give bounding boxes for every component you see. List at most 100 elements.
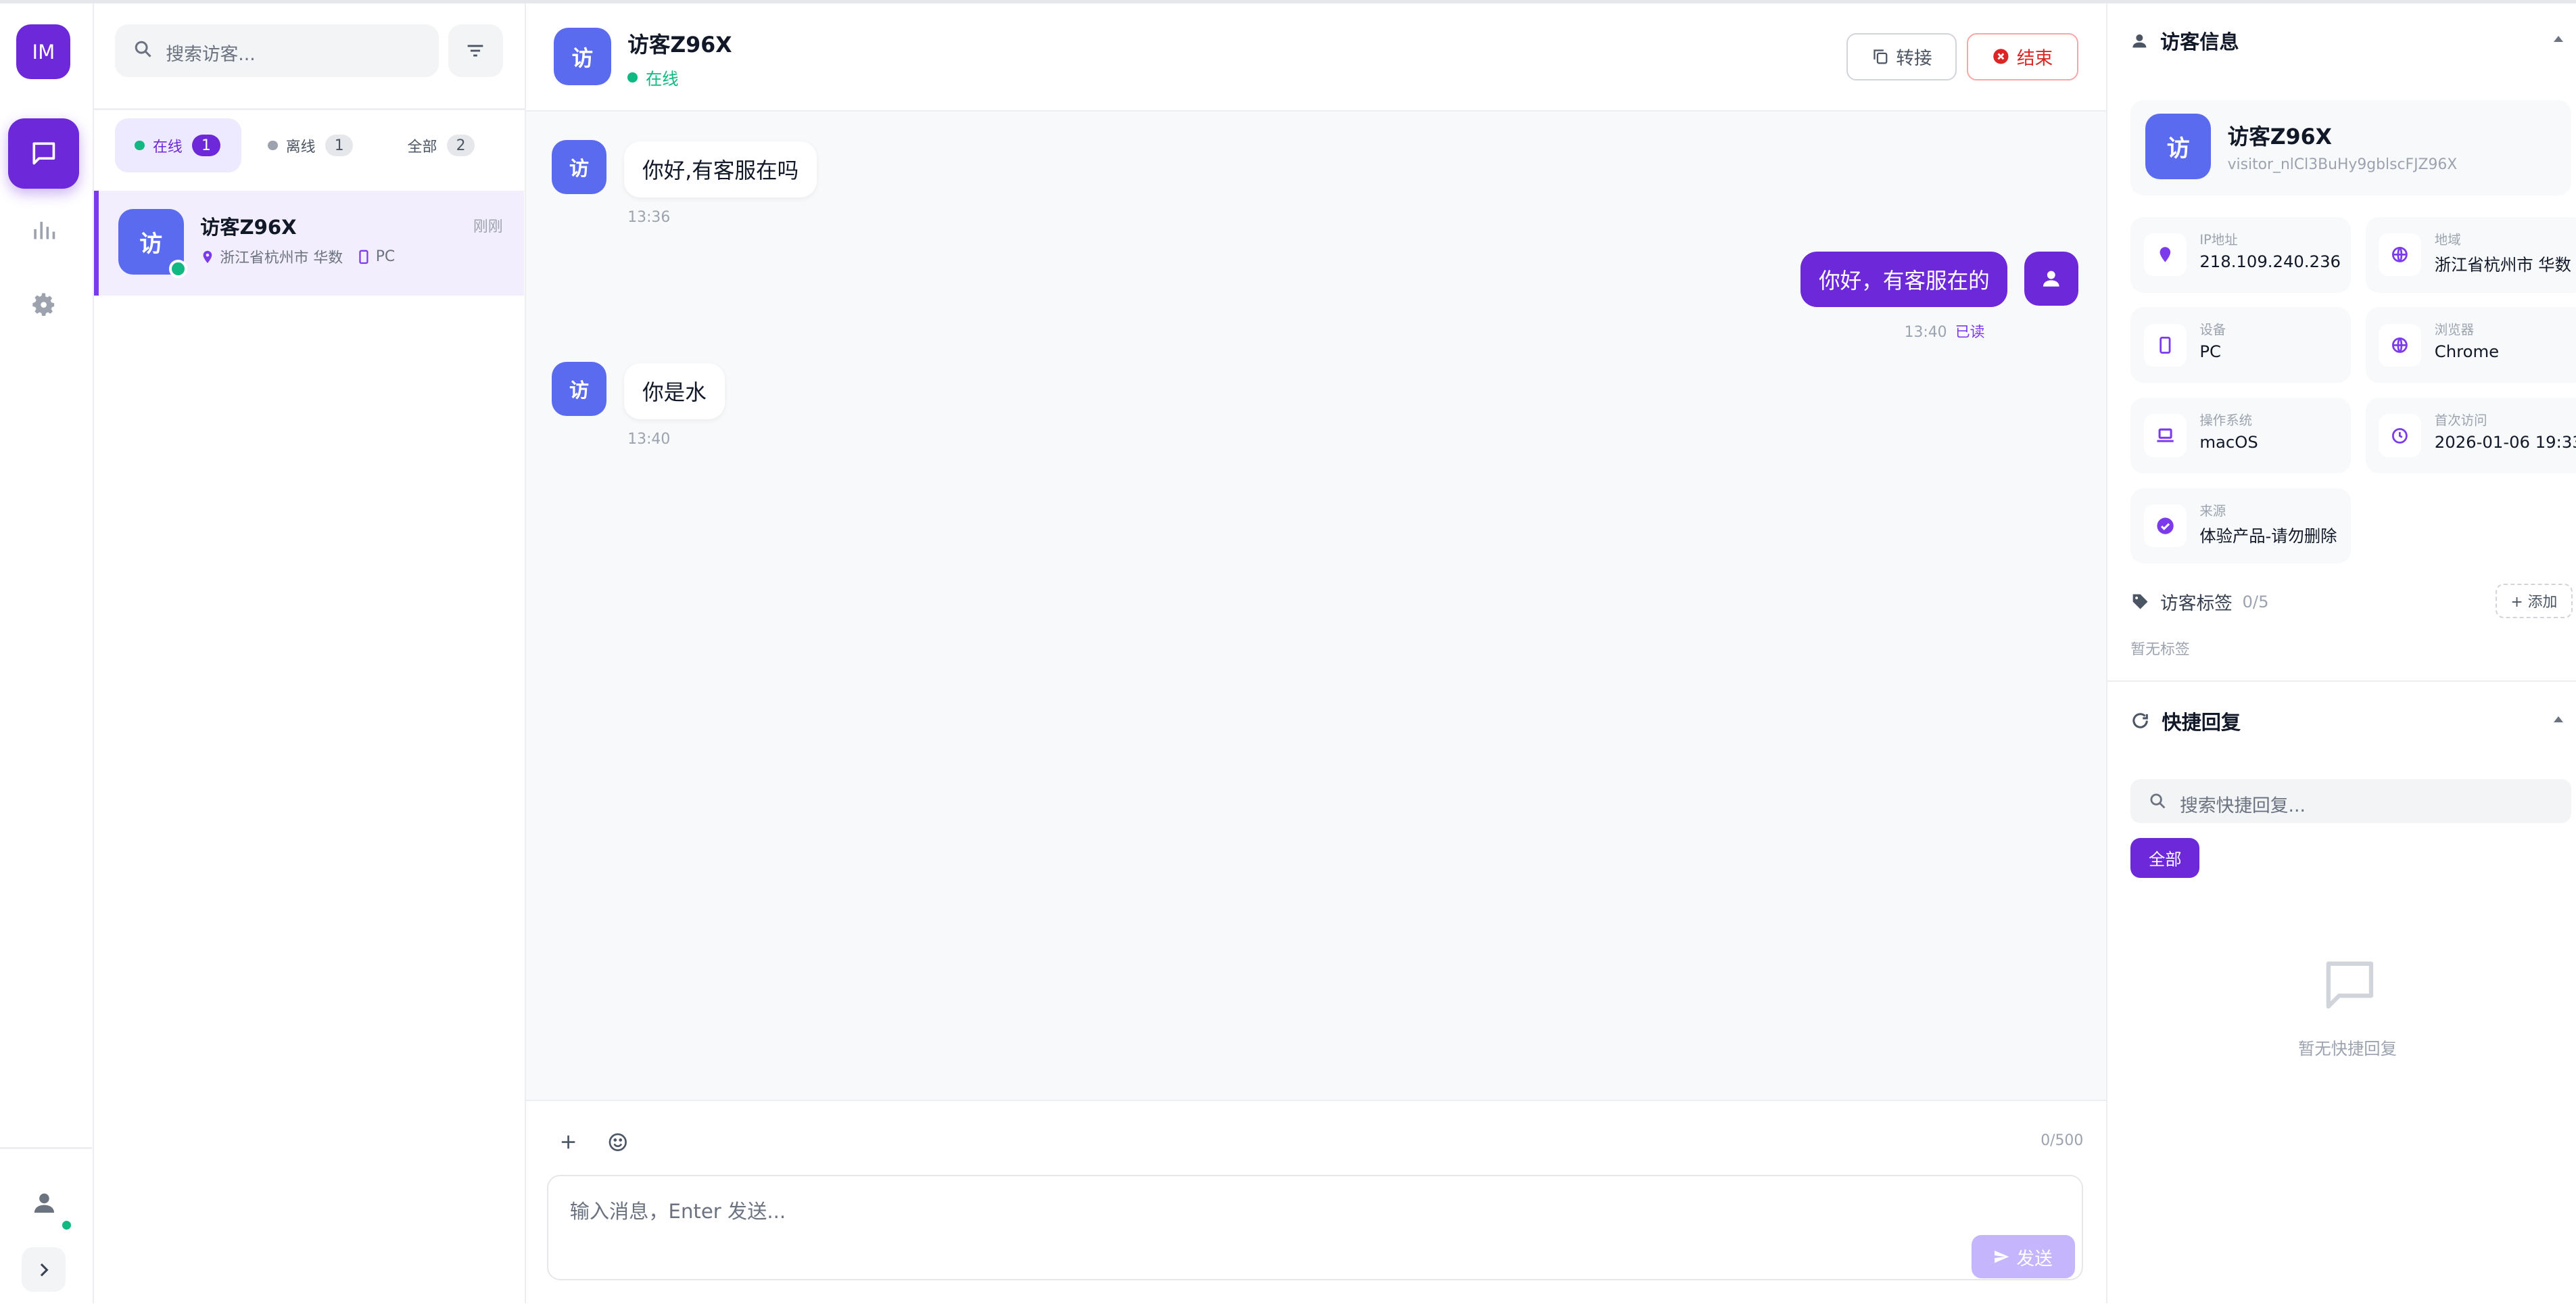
location-pin-icon xyxy=(2160,247,2171,262)
field-label: 来源 xyxy=(2199,503,2226,519)
emoji-icon xyxy=(609,1133,627,1151)
chat-header: 访 访客Z96X 在线 转接 结束 xyxy=(525,3,2107,112)
message-composer: 0/500 输入消息，Enter 发送... 发送 xyxy=(525,1099,2107,1303)
field-label: 地域 xyxy=(2434,231,2461,248)
field-label: 浏览器 xyxy=(2434,322,2475,338)
close-circle-icon xyxy=(1993,49,2009,64)
list-divider xyxy=(93,108,526,110)
app-window: IM 搜索访客... 在线 1 离线 1 全部 2 访 访客Z96X 刚刚 浙江… xyxy=(0,0,2576,1303)
chart-icon xyxy=(33,222,55,239)
emoji-button[interactable] xyxy=(601,1125,634,1159)
conversation-list-panel: 搜索访客... 在线 1 离线 1 全部 2 访 访客Z96X 刚刚 浙江省杭州… xyxy=(93,3,526,1303)
tab-online[interactable]: 在线 1 xyxy=(115,118,242,173)
field-icon xyxy=(2379,414,2422,457)
info-field-device: 设备 PC xyxy=(2130,307,2351,383)
field-icon xyxy=(2143,233,2187,277)
end-chat-button[interactable]: 结束 xyxy=(1966,32,2078,81)
expand-sidebar-button[interactable] xyxy=(21,1247,66,1292)
field-label: 设备 xyxy=(2199,322,2226,338)
visitor-location: 浙江省杭州市 华数 xyxy=(220,250,343,267)
visitor-name: 访客Z96X xyxy=(200,216,297,239)
nav-rail: IM xyxy=(0,3,94,1303)
field-value: macOS xyxy=(2199,432,2258,452)
nav-stats-button[interactable] xyxy=(8,194,78,264)
info-field-browser: 浏览器 Chrome xyxy=(2365,307,2576,383)
quick-reply-search-placeholder: 搜索快捷回复... xyxy=(2180,795,2306,816)
clock-icon xyxy=(2392,427,2408,444)
search-icon xyxy=(135,41,151,57)
message-input[interactable]: 输入消息，Enter 发送... 发送 xyxy=(547,1175,2084,1280)
agent-profile-button[interactable] xyxy=(28,1186,61,1219)
info-field-ip: IP地址 218.109.240.236 xyxy=(2130,216,2351,293)
info-field-os: 操作系统 macOS xyxy=(2130,398,2351,473)
nav-settings-button[interactable] xyxy=(8,270,78,340)
visitor-meta: 浙江省杭州市 华数 PC xyxy=(200,246,395,267)
field-label: 首次访问 xyxy=(2434,413,2487,429)
send-label: 发送 xyxy=(2016,1248,2053,1270)
field-value: PC xyxy=(2199,342,2221,362)
tab-count-badge: 2 xyxy=(446,135,475,156)
message-avatar: 访 xyxy=(552,139,606,194)
field-value: Chrome xyxy=(2434,342,2500,362)
location-pin-icon xyxy=(203,250,212,264)
visitor-info-header[interactable]: 访客信息 xyxy=(2130,26,2239,55)
message-time-row: 13:40 已读 xyxy=(1905,321,1985,342)
field-icon xyxy=(2379,323,2422,367)
no-tags-text: 暂无标签 xyxy=(2130,641,2190,658)
field-icon xyxy=(2143,505,2187,548)
message-bubble-incoming: 你好,有客服在吗 xyxy=(624,141,817,197)
empty-message-icon xyxy=(2326,962,2374,1009)
copy-icon xyxy=(1874,49,1888,64)
conversation-item[interactable]: 访 访客Z96X 刚刚 浙江省杭州市 华数 PC xyxy=(93,190,525,296)
visitor-name: 访客Z96X xyxy=(2227,125,2332,150)
chevron-right-icon xyxy=(40,1263,49,1276)
read-receipt: 已读 xyxy=(1955,323,1985,341)
phone-icon xyxy=(358,250,368,264)
filter-button[interactable] xyxy=(448,24,503,78)
field-icon xyxy=(2379,233,2422,277)
online-dot-icon xyxy=(135,140,145,151)
quick-reply-search-input[interactable]: 搜索快捷回复... xyxy=(2130,778,2571,824)
nav-chat-button[interactable] xyxy=(8,118,79,189)
online-status-dot xyxy=(168,259,187,278)
tab-offline[interactable]: 离线 1 xyxy=(252,118,378,172)
attach-button[interactable] xyxy=(552,1125,585,1159)
user-icon xyxy=(2043,271,2059,287)
message-time: 13:36 xyxy=(627,208,671,226)
refresh-icon xyxy=(2132,713,2149,729)
quick-reply-header[interactable]: 快捷回复 xyxy=(2130,707,2241,735)
field-label: IP地址 xyxy=(2199,231,2238,248)
visitor-avatar: 访 xyxy=(553,28,611,86)
last-message-time: 刚刚 xyxy=(473,218,503,236)
filter-icon xyxy=(468,45,483,57)
message-bubble-incoming: 你是水 xyxy=(624,363,725,419)
visitor-status-label: 在线 xyxy=(645,69,679,89)
collapse-caret-icon[interactable] xyxy=(2553,36,2563,43)
offline-dot-icon xyxy=(268,140,278,151)
info-field-region: 地域 浙江省杭州市 华数 xyxy=(2365,216,2576,293)
globe-icon xyxy=(2392,247,2408,263)
add-tag-button[interactable]: + 添加 xyxy=(2495,583,2573,618)
field-icon xyxy=(2143,414,2187,457)
send-button[interactable]: 发送 xyxy=(1971,1235,2075,1278)
tags-label: 访客标签 xyxy=(2160,592,2233,614)
transfer-button[interactable]: 转接 xyxy=(1846,32,1957,81)
collapse-caret-icon[interactable] xyxy=(2553,716,2563,723)
settings-icon xyxy=(32,293,54,317)
send-icon xyxy=(1995,1250,2009,1263)
agent-online-indicator xyxy=(60,1219,72,1232)
tags-count: 0/5 xyxy=(2242,591,2269,611)
message-placeholder: 输入消息，Enter 发送... xyxy=(569,1200,786,1224)
rail-divider xyxy=(0,1147,93,1149)
laptop-icon xyxy=(2157,428,2174,442)
tab-label: 离线 xyxy=(285,138,316,156)
user-icon xyxy=(2132,34,2147,47)
quick-reply-empty-text: 暂无快捷回复 xyxy=(2298,1038,2397,1058)
quick-reply-filter-all[interactable]: 全部 xyxy=(2130,838,2200,878)
message-bubble-outgoing: 你好，有客服在的 xyxy=(1800,251,2008,308)
info-field-source: 来源 体验产品-请勿删除 xyxy=(2130,488,2351,564)
visitor-device: PC xyxy=(375,248,396,266)
visitor-search-input[interactable]: 搜索访客... xyxy=(115,24,439,78)
app-logo: IM xyxy=(16,24,71,79)
tab-all[interactable]: 全部 2 xyxy=(389,118,516,172)
